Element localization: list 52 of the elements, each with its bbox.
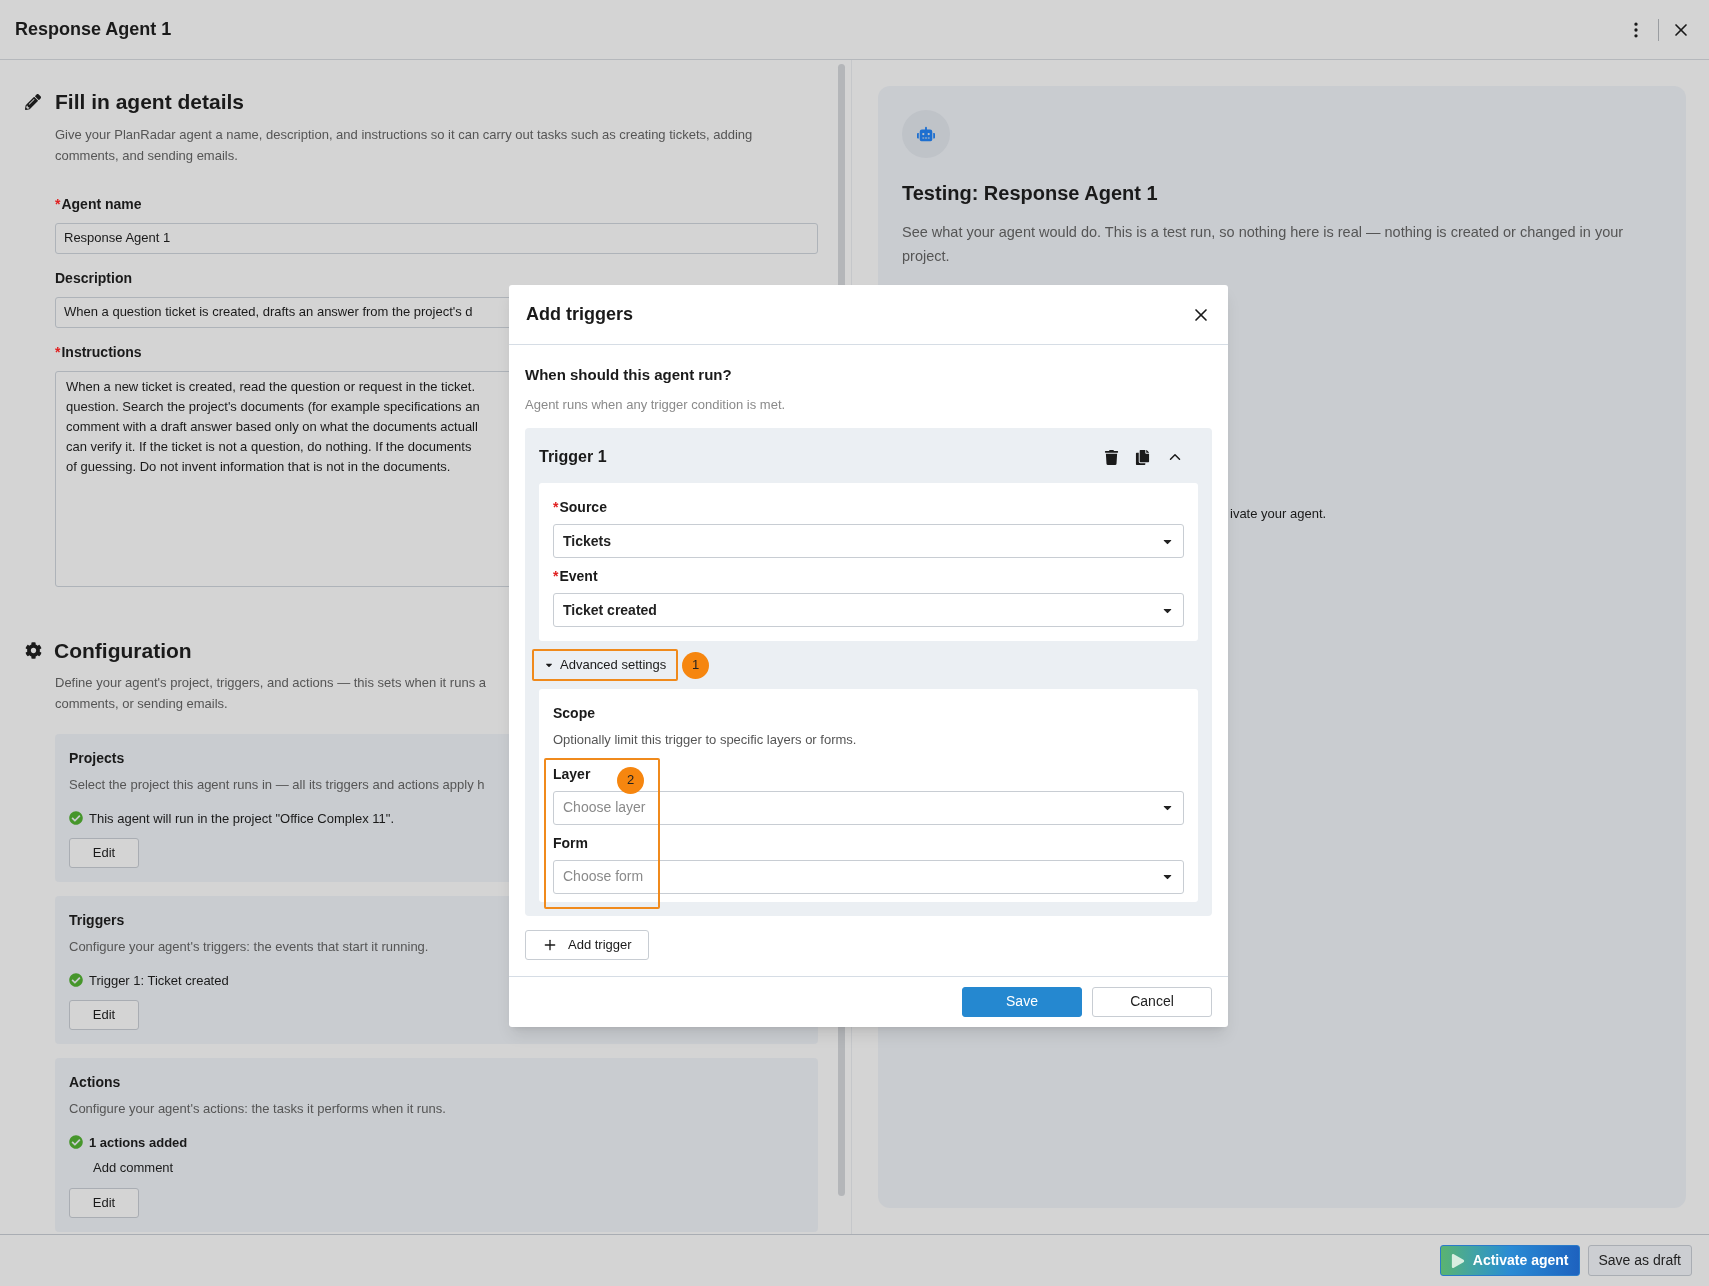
testing-note: ivate your agent. (1230, 505, 1328, 523)
select-field[interactable]: Choose layer (553, 790, 1184, 825)
select-field[interactable]: Ticket created (553, 593, 1184, 627)
robot-icon (917, 125, 935, 143)
select-field[interactable]: Tickets (553, 524, 1184, 558)
dialog-hint: Agent runs when any trigger condition is met. (525, 395, 787, 414)
advanced-settings-toggle[interactable]: Advanced settings (532, 649, 679, 681)
cancel-button[interactable]: Cancel (1092, 986, 1212, 1017)
card-title: Actions (69, 1073, 121, 1092)
status-text: Trigger 1: Ticket created (89, 971, 229, 990)
card-title: Triggers (69, 911, 125, 930)
testing-description: See what your agent would do. This is a test run, so nothing here is real — nothing is created or changed in your project. (902, 223, 1625, 266)
window-title: Response Agent 1 (15, 18, 172, 41)
card-description: Configure your agent's actions: the tasks it performs when it runs. (69, 1100, 446, 1118)
field-label: Form (553, 833, 588, 853)
activate-button[interactable]: Activate agent (1439, 1245, 1580, 1276)
card-description: Select the project this agent runs in — all its triggers and actions apply h (69, 776, 485, 794)
section-description: Give your PlanRadar agent a name, description, and instructions so it can carry out tasks such as creating tickets, adding comments, and sending emails. (55, 125, 754, 165)
field-label: *Agent name (55, 194, 142, 214)
status-text: 1 actions added (89, 1133, 188, 1152)
step-badge: 1 (682, 651, 710, 679)
play-icon (1450, 1253, 1465, 1268)
add-trigger-button[interactable]: Add trigger (525, 929, 649, 960)
scope-hint: Optionally limit this trigger to specific layers or forms. (553, 731, 858, 749)
save-button[interactable]: Save (962, 986, 1082, 1017)
trigger-title: Trigger 1 (539, 447, 607, 467)
status-detail: Add comment (93, 1159, 175, 1177)
scope-title: Scope (553, 704, 595, 723)
gear-icon (25, 641, 42, 659)
section-heading: Configuration (54, 637, 192, 664)
card-description: Configure your agent's triggers: the events that start it running. (69, 938, 429, 956)
edit-button[interactable]: Edit (69, 838, 139, 868)
section-description: Define your agent's project, triggers, and actions — this sets when it runs a comments, or sending emails. (55, 674, 486, 713)
field-label: Description (55, 268, 132, 288)
card-title: Projects (69, 749, 125, 768)
field-label: *Event (553, 567, 598, 586)
draft-button[interactable]: Save as draft (1587, 1245, 1692, 1276)
pencil-icon (25, 93, 41, 110)
edit-button[interactable]: Edit (69, 1187, 139, 1218)
field-label: *Source (553, 498, 607, 517)
section-heading: Fill in agent details (55, 89, 245, 115)
testing-title: Testing: Response Agent 1 (902, 181, 1159, 206)
edit-button[interactable]: Edit (69, 1000, 139, 1030)
select-field[interactable]: Choose form (553, 859, 1184, 894)
step-badge: 2 (617, 766, 644, 794)
field-label: *Instructions (55, 342, 142, 362)
copy-icon[interactable] (1135, 449, 1150, 465)
field-label: Layer (553, 764, 591, 784)
dialog-title: Add triggers (526, 303, 633, 326)
input-field[interactable]: Response Agent 1 (55, 222, 818, 254)
status-text: This agent will run in the project "Office Complex 11". (89, 809, 394, 828)
trash-icon[interactable] (1104, 449, 1119, 465)
